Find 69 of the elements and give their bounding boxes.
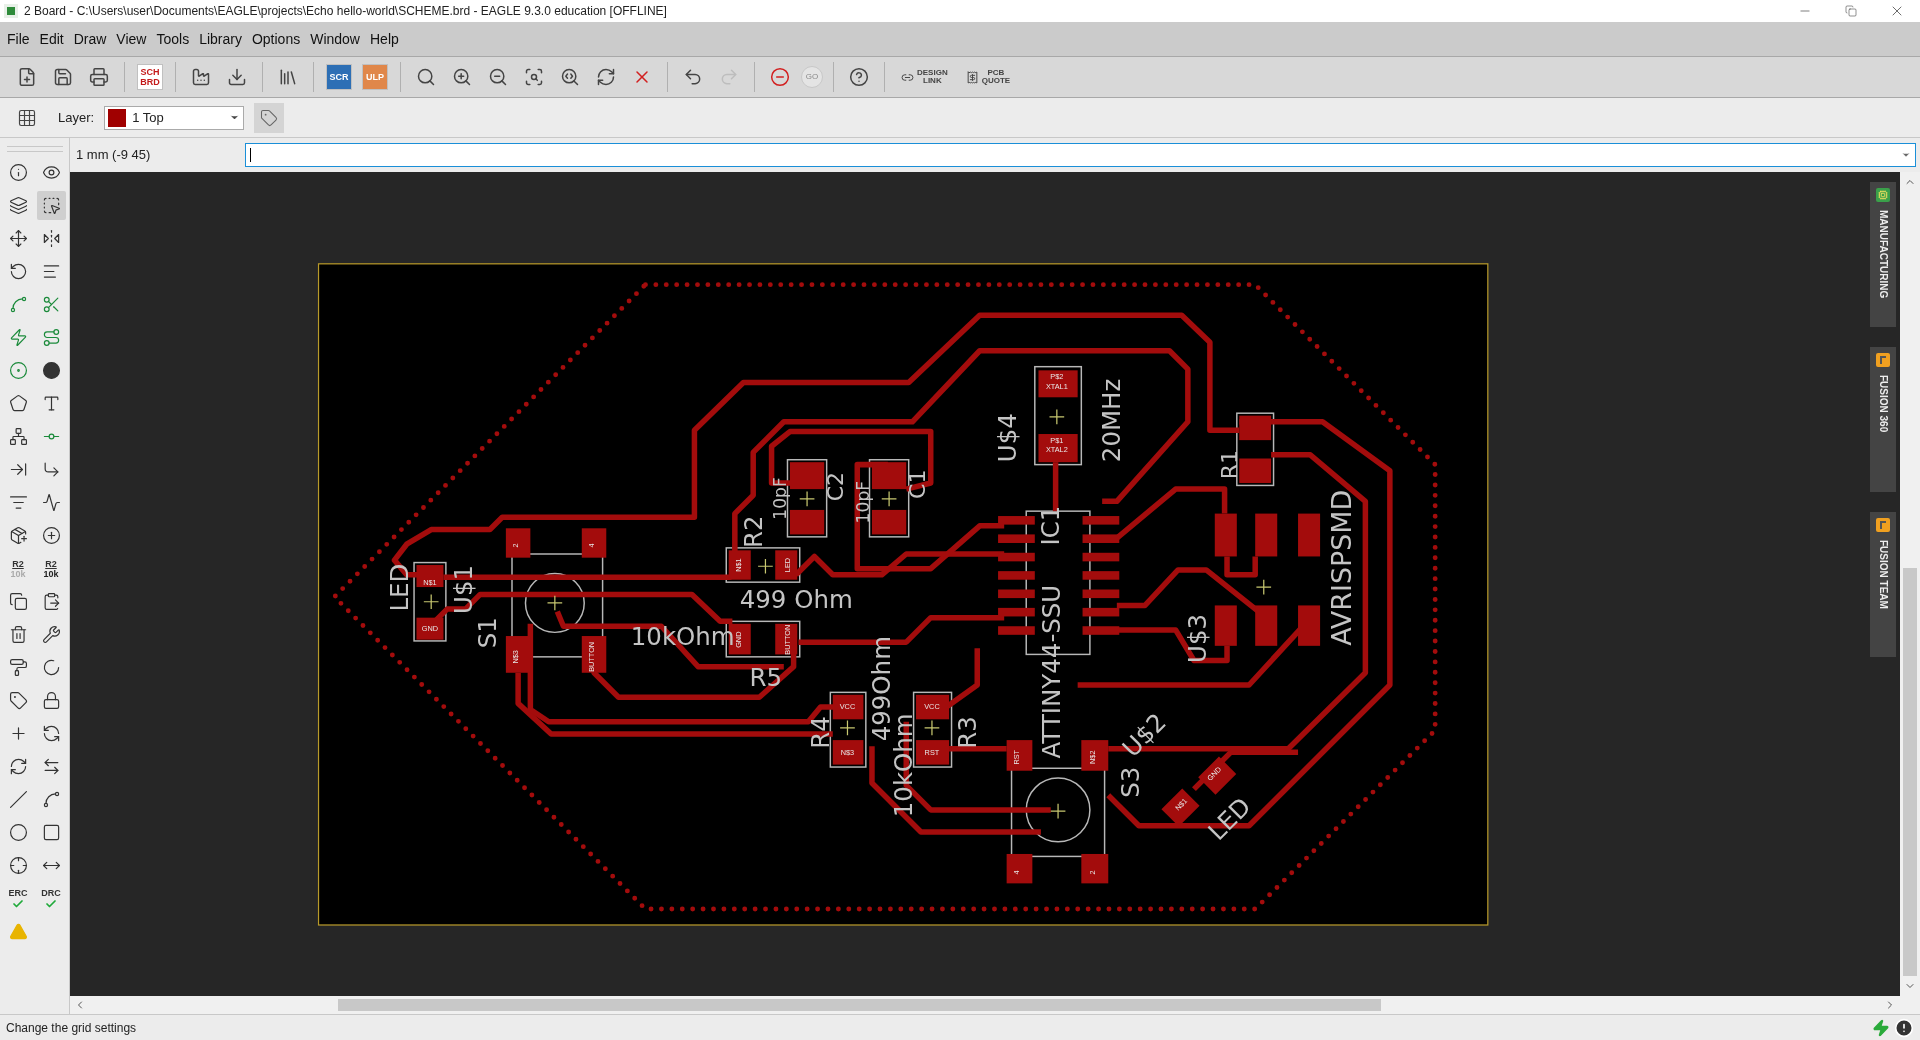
part-label: U$3: [1183, 613, 1213, 663]
part-label: R4: [806, 716, 836, 749]
side-panel-tab[interactable]: FUSION 360: [1870, 347, 1896, 492]
layer-label: Layer:: [58, 108, 95, 127]
pad-label: BUTTON: [587, 641, 597, 672]
drc-button[interactable]: DRC: [36, 884, 66, 913]
pad-label: N$3: [840, 747, 855, 757]
part-label: R2: [738, 515, 768, 548]
coordinate-display: 1 mm (-9 45): [75, 146, 152, 165]
part-label: 499 Ohm: [739, 584, 853, 614]
part-label: C1: [904, 469, 930, 499]
menu-item[interactable]: Help: [365, 28, 404, 50]
pad-label: VCC: [839, 702, 856, 712]
part-label: R1: [1216, 450, 1242, 480]
script-button[interactable]: SCR: [326, 64, 352, 90]
part-label: S1: [473, 617, 503, 649]
menu-item[interactable]: Tools: [151, 28, 195, 50]
part-label: LED: [1202, 791, 1257, 846]
pad-label: 2: [1087, 870, 1097, 875]
menu-item[interactable]: Options: [246, 28, 306, 50]
side-panel-tab[interactable]: FUSION TEAM: [1870, 512, 1896, 657]
pad-label: N$1: [423, 577, 437, 587]
script-button[interactable]: SCH BRD: [137, 64, 163, 90]
part-label: 10pF: [853, 480, 874, 524]
menu-item[interactable]: Draw: [68, 28, 112, 50]
part-label: R3: [953, 716, 983, 749]
window-title: 2 Board - C:\Users\user\Documents\EAGLE\projects\Echo hello-world\SCHEME.brd - EAGLE 9.3.0 education [OFFLINE]: [24, 3, 667, 20]
pad-label: XTAL2: [1045, 445, 1068, 455]
pad-label: N$3: [511, 650, 521, 664]
pad-label: VCC: [924, 702, 940, 712]
part-label: U$1: [448, 564, 478, 614]
pad-label: GND: [421, 624, 439, 634]
pad-label: BUTTON: [782, 624, 792, 655]
pad-label: LED: [782, 557, 792, 573]
value-tool-button[interactable]: R2 10k: [3, 554, 33, 583]
part-label: 10pF: [770, 477, 791, 520]
part-label: U$2: [1116, 707, 1172, 763]
part-label: ATTINY44-SSU: [1037, 584, 1067, 759]
menu-item[interactable]: Edit: [34, 28, 69, 50]
menu-item[interactable]: View: [111, 28, 152, 50]
part-label: 20MHz: [1097, 378, 1127, 463]
pad-label: N$2: [1087, 750, 1097, 764]
design-link-button[interactable]: DESIGN LINK: [895, 69, 954, 85]
pad-label: P$2: [1050, 371, 1064, 381]
part-label: R5: [749, 663, 783, 693]
side-panel-tab[interactable]: MANUFACTURING: [1870, 182, 1896, 327]
pad-label: RST: [1011, 749, 1021, 765]
pad-label: N$1: [733, 558, 743, 572]
erc-button[interactable]: ERC: [3, 884, 33, 913]
pad-label: 4: [1011, 870, 1021, 875]
menu-item[interactable]: File: [2, 28, 35, 50]
menu-item[interactable]: Window: [305, 28, 365, 50]
pad-label: RST: [924, 747, 940, 757]
part-label: IC1: [1036, 505, 1066, 546]
pad-label: XTAL1: [1045, 381, 1068, 391]
status-message: Change the grid settings: [6, 1019, 137, 1037]
pad-label: 4: [587, 543, 597, 548]
part-label: U$4: [993, 413, 1023, 463]
value-tool-button[interactable]: R2 10k: [36, 554, 66, 583]
menu-item[interactable]: Library: [194, 28, 247, 50]
pad-label: 2: [511, 543, 521, 548]
pad-label: P$1: [1050, 435, 1064, 445]
part-label: C2: [822, 471, 848, 502]
part-label: AVRISPSMD: [1325, 489, 1357, 646]
layer-dropdown[interactable]: 1 Top: [104, 105, 245, 130]
part-label: S3: [1115, 766, 1145, 798]
pcb-quote-button[interactable]: PCB QUOTE: [959, 69, 1017, 85]
part-label: LED: [384, 563, 414, 612]
pad-label: GND: [733, 631, 743, 648]
